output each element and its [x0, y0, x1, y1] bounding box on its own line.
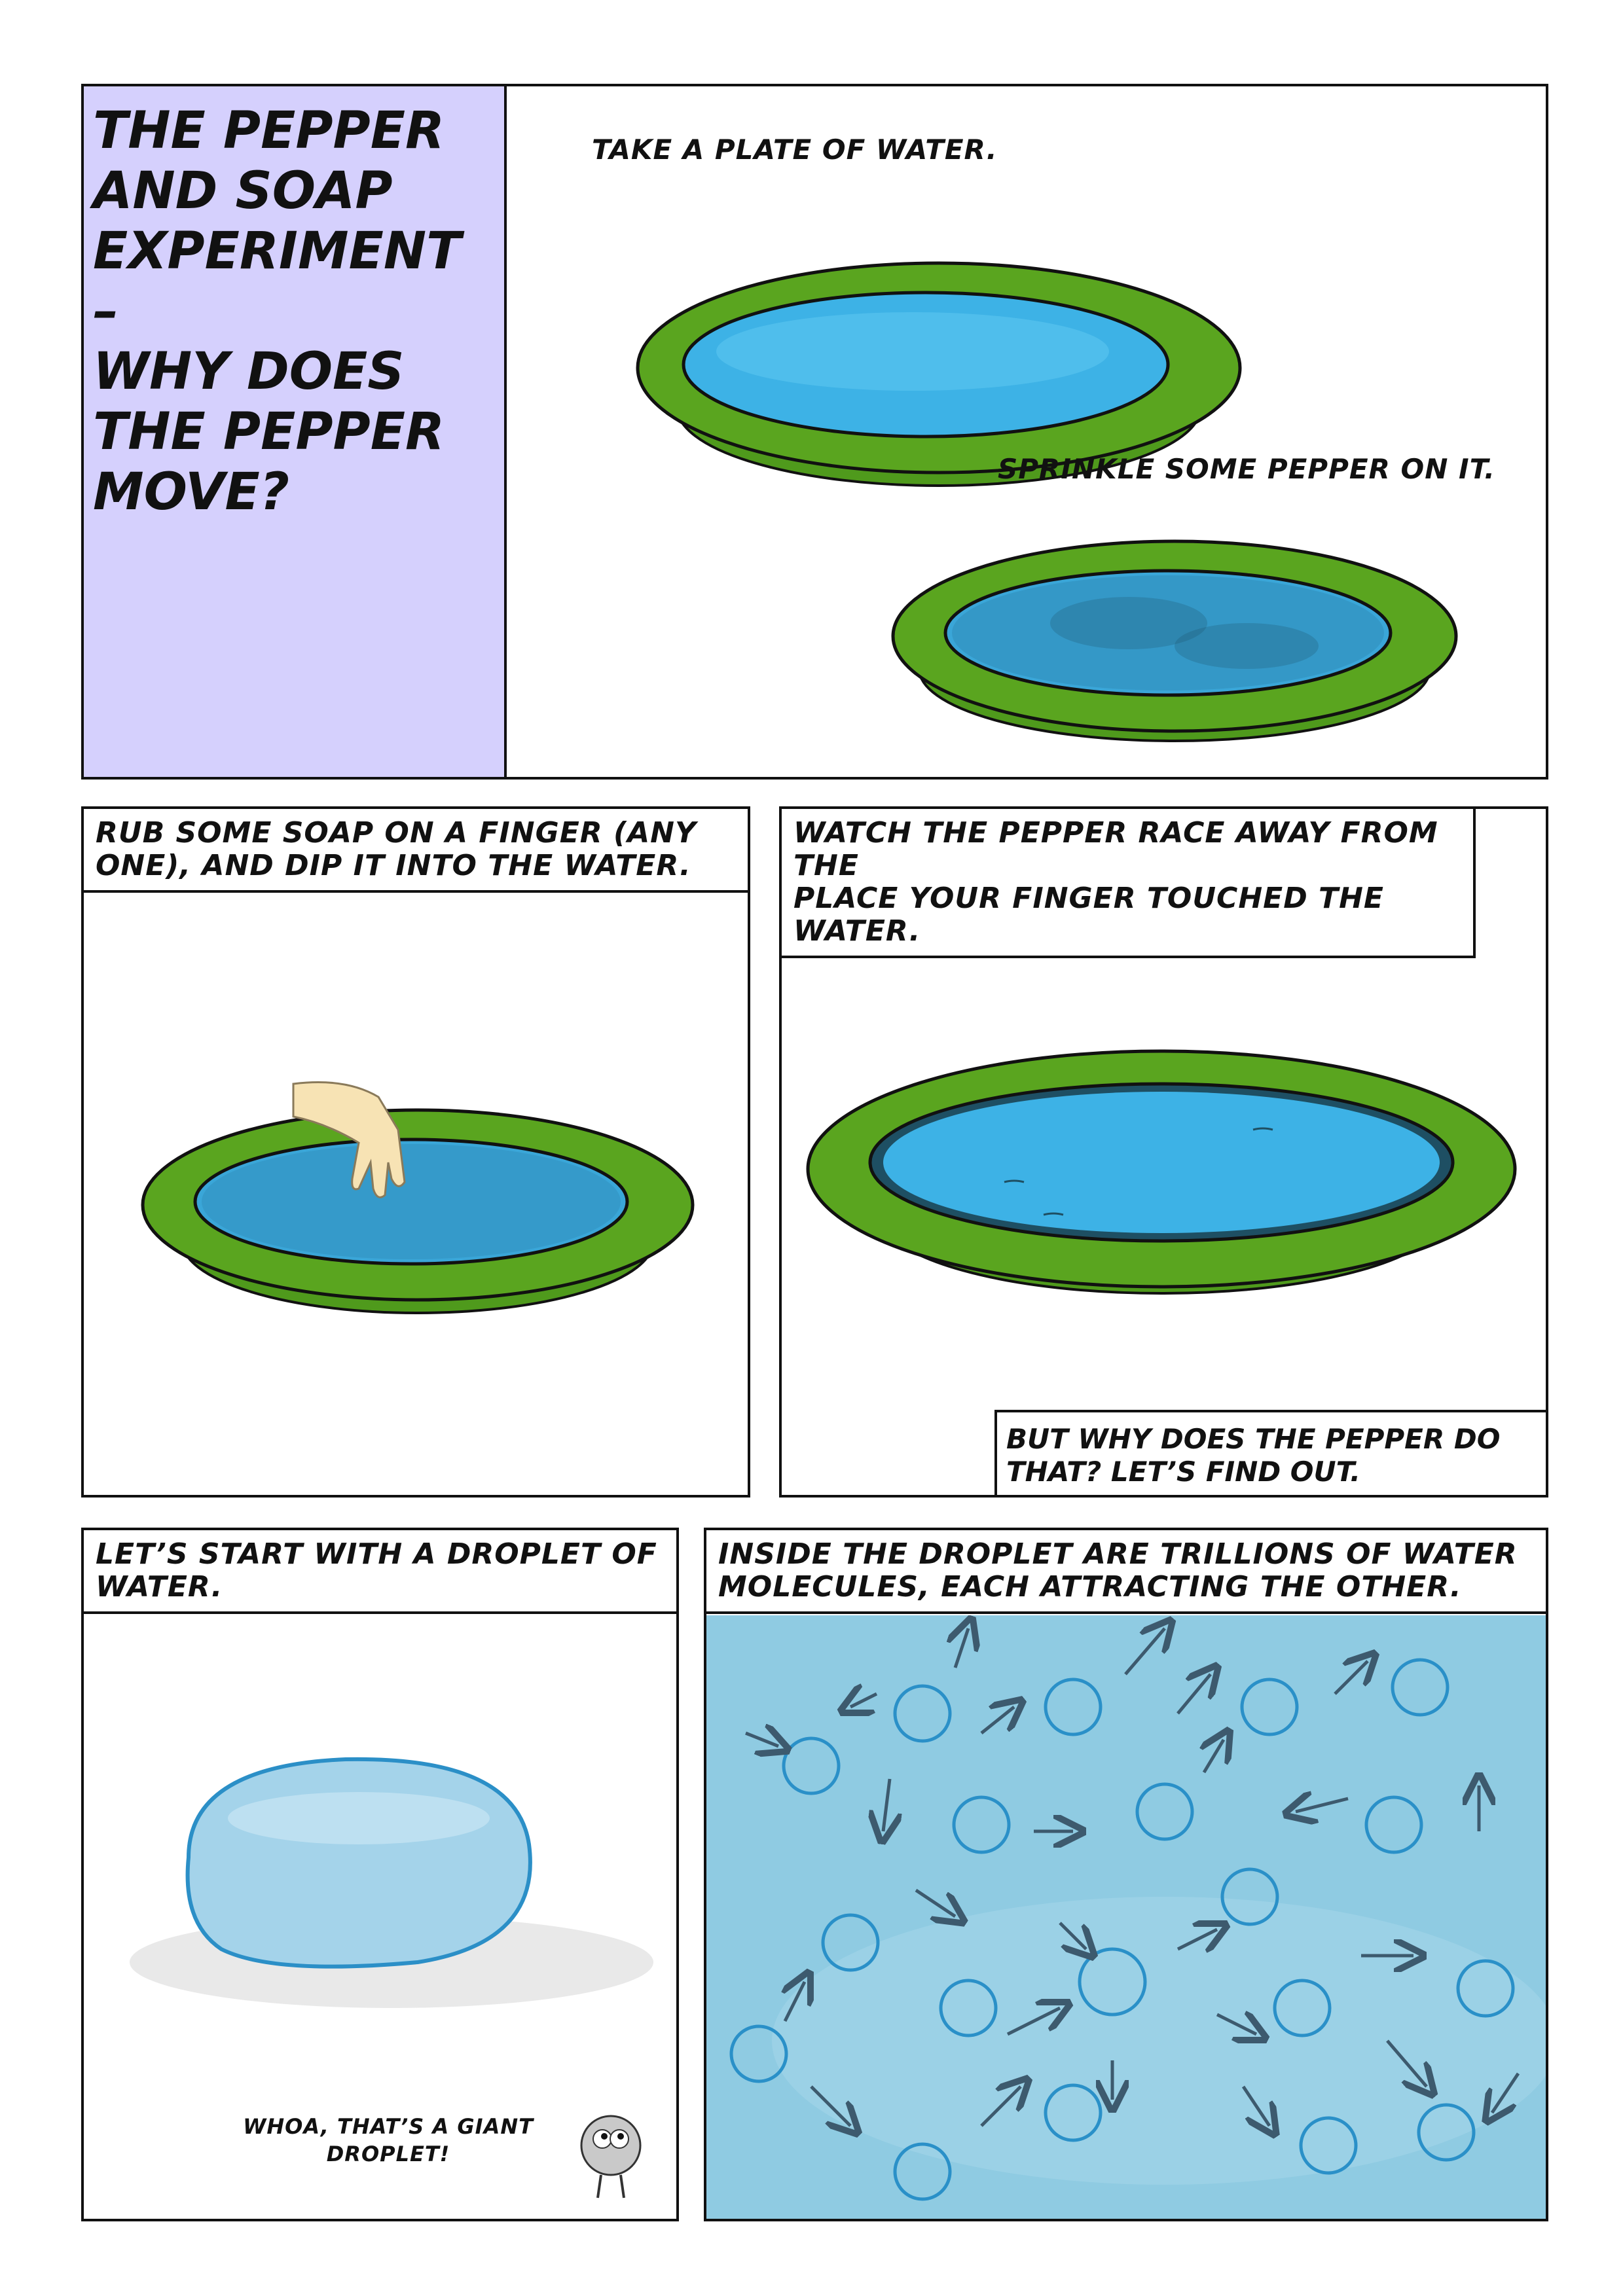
- step-take-plate: TAKE A PLATE OF WATER.: [592, 134, 998, 166]
- panel-molecules: INSIDE THE DROPLET ARE TRILLIONS OF WATE…: [704, 1528, 1548, 2221]
- caption-molecules: INSIDE THE DROPLET ARE TRILLIONS OF WATE…: [706, 1530, 1546, 1614]
- title-line: MOVE?: [93, 463, 290, 522]
- caption-pepper-races: WATCH THE PEPPER RACE AWAY FROM THE PLAC…: [782, 809, 1476, 958]
- caption-line: WATCH THE PEPPER RACE AWAY FROM THE: [793, 816, 1438, 882]
- panel-droplet: LET’S START WITH A DROPLET OF WATER. WHO…: [81, 1528, 679, 2221]
- question-box: BUT WHY DOES THE PEPPER DO THAT? LET’S F…: [994, 1410, 1546, 1495]
- water-droplet: [130, 1757, 653, 2008]
- water-molecules-illustration: [706, 1615, 1546, 2219]
- title-line: THE PEPPER: [93, 101, 445, 160]
- panel-dip-finger: RUB SOME SOAP ON A FINGER (ANY ONE), AND…: [81, 806, 750, 1498]
- speech-line: DROPLET!: [326, 2142, 450, 2166]
- caption-droplet: LET’S START WITH A DROPLET OF WATER.: [84, 1530, 676, 1614]
- plate-with-pepper: [891, 539, 1458, 742]
- panel-plate-setup: TAKE A PLATE OF WATER. SPRINKLE SOME PEP…: [504, 84, 1548, 780]
- caption-line: INSIDE THE DROPLET ARE TRILLIONS OF WATE…: [718, 1537, 1518, 1571]
- caption-line: LET’S START WITH A DROPLET OF: [96, 1537, 657, 1571]
- speech-line: WHOA, THAT’S A GIANT: [243, 2114, 534, 2139]
- caption-line: MOLECULES, EACH ATTRACTING THE OTHER.: [718, 1570, 1462, 1604]
- caption-line: WATER.: [96, 1570, 223, 1604]
- step-sprinkle-pepper: SPRINKLE SOME PEPPER ON IT.: [998, 453, 1496, 485]
- title-line: –: [93, 282, 119, 341]
- page-title: THE PEPPER AND SOAP EXPERIMENT – WHY DOE…: [93, 101, 486, 522]
- title-line: EXPERIMENT: [93, 222, 462, 281]
- question-line: THAT? LET’S FIND OUT.: [1006, 1456, 1361, 1488]
- caption-dip-finger: RUB SOME SOAP ON A FINGER (ANY ONE), AND…: [84, 809, 748, 893]
- caption-line: RUB SOME SOAP ON A FINGER (ANY: [96, 816, 697, 850]
- title-line: THE PEPPER: [93, 403, 445, 461]
- title-line: AND SOAP: [93, 162, 393, 221]
- question-line: BUT WHY DOES THE PEPPER DO: [1006, 1423, 1501, 1455]
- caption-line: PLACE YOUR FINGER TOUCHED THE WATER.: [793, 882, 1384, 948]
- title-line: WHY DOES: [93, 342, 405, 401]
- panel-pepper-races: WATCH THE PEPPER RACE AWAY FROM THE PLAC…: [779, 806, 1548, 1498]
- character-icon: [580, 2115, 642, 2198]
- plate-with-finger: [141, 1081, 695, 1314]
- caption-line: ONE), AND DIP IT INTO THE WATER.: [96, 849, 691, 882]
- speech-giant-droplet: WHOA, THAT’S A GIANT DROPLET!: [234, 2113, 542, 2168]
- plate-pepper-pushed-to-edges: [806, 1049, 1517, 1295]
- title-panel: THE PEPPER AND SOAP EXPERIMENT – WHY DOE…: [81, 84, 507, 780]
